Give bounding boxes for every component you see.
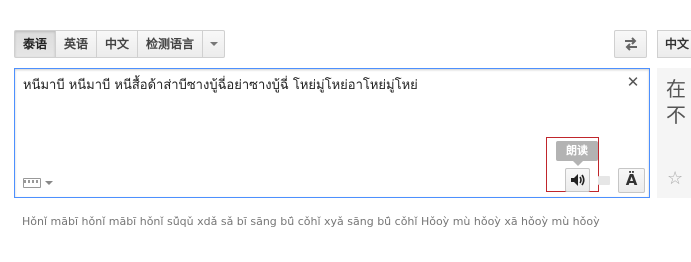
speaker-icon bbox=[570, 174, 585, 186]
source-lang-dropdown[interactable] bbox=[203, 30, 226, 58]
listen-tooltip: 朗读 bbox=[556, 141, 598, 166]
transliteration-text: Hǒnǐ mābī hǒnǐ mābī hǒnǐ sǔ̂qǔ xdǎ sǎ bī… bbox=[22, 215, 600, 228]
listen-button[interactable] bbox=[565, 168, 590, 192]
source-lang-thai[interactable]: 泰语 bbox=[14, 30, 57, 58]
star-icon[interactable]: ☆ bbox=[667, 170, 683, 188]
clear-button[interactable]: ✕ bbox=[625, 73, 641, 91]
keyboard-button[interactable] bbox=[23, 178, 53, 188]
source-lang-english[interactable]: 英语 bbox=[56, 30, 98, 58]
swap-languages-button[interactable] bbox=[614, 30, 647, 58]
keyboard-icon bbox=[598, 176, 610, 185]
translation-text: 在不 bbox=[666, 77, 686, 127]
special-characters-button[interactable]: Ä bbox=[618, 168, 645, 193]
swap-languages-icon bbox=[624, 37, 637, 51]
chevron-down-icon bbox=[209, 42, 218, 46]
source-language-bar: 泰语 英语 中文 检测语言 bbox=[14, 30, 226, 58]
source-lang-chinese[interactable]: 中文 bbox=[97, 30, 139, 58]
source-text[interactable]: หนีมาบี หนีมาบี หนีสื้อด้าส่าบีซางบู้ฉี่… bbox=[23, 77, 613, 95]
close-icon: ✕ bbox=[626, 73, 640, 91]
target-lang-chinese[interactable]: 中文 bbox=[657, 30, 691, 58]
keyboard-icon bbox=[23, 178, 41, 188]
chevron-down-icon bbox=[45, 181, 53, 185]
source-lang-detect[interactable]: 检测语言 bbox=[138, 30, 204, 58]
